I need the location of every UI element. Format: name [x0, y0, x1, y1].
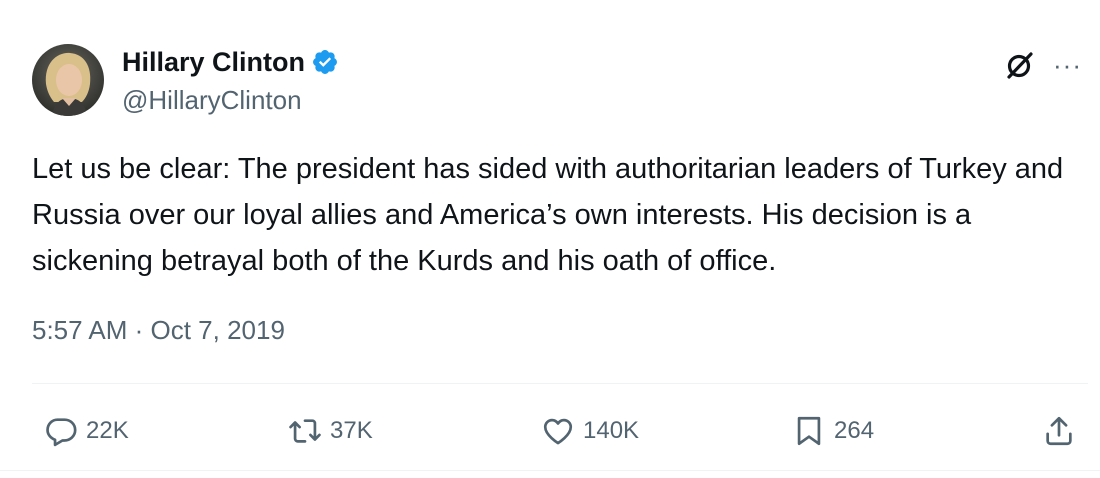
bookmark-button[interactable]: 264 [792, 406, 874, 456]
display-name[interactable]: Hillary Clinton [122, 46, 305, 78]
reply-icon [46, 418, 77, 447]
like-count: 140K [583, 417, 640, 444]
bookmark-icon [797, 416, 821, 446]
share-icon [1046, 416, 1072, 446]
name-row: Hillary Clinton [122, 46, 339, 78]
bookmark-count: 264 [834, 417, 875, 444]
repost-button[interactable]: 37K [288, 406, 373, 456]
avatar[interactable] [32, 44, 104, 116]
action-bar: 22K 37K 140K 264 [0, 406, 1100, 456]
verified-badge-icon [311, 48, 339, 76]
share-button[interactable] [1042, 406, 1076, 456]
tweet-card: Hillary Clinton @HillaryClinton ··· Let … [0, 0, 1100, 478]
like-button[interactable]: 140K [541, 406, 639, 456]
top-right-actions: ··· [1003, 48, 1082, 82]
more-icon[interactable]: ··· [1053, 48, 1082, 82]
bottom-divider [0, 470, 1100, 471]
grok-icon[interactable] [1003, 48, 1037, 82]
reply-button[interactable]: 22K [44, 406, 129, 456]
repost-count: 37K [330, 417, 373, 444]
user-handle[interactable]: @HillaryClinton [122, 85, 302, 115]
repost-icon [289, 419, 321, 443]
tweet-timestamp[interactable]: 5:57 AM · Oct 7, 2019 [32, 314, 285, 346]
reply-count: 22K [86, 417, 129, 444]
tweet-text: Let us be clear: The president has sided… [32, 153, 1064, 277]
divider [32, 383, 1088, 384]
like-icon [543, 418, 573, 445]
avatar-image [32, 44, 104, 116]
